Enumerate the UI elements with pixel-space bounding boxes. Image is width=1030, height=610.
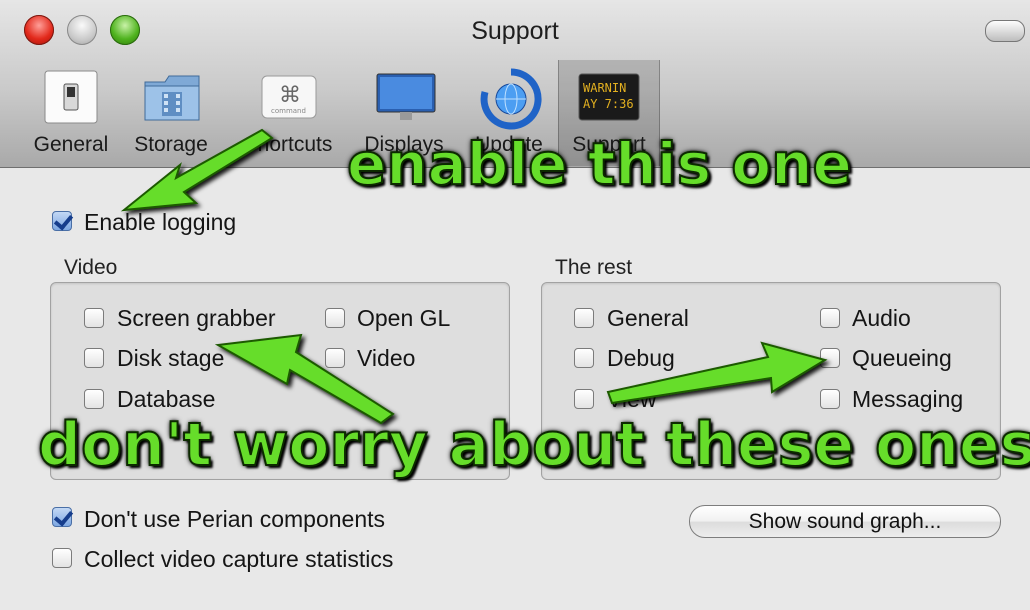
annotation-dont-worry: don't worry about these ones (37, 409, 1030, 481)
arrow-to-enable-logging (120, 128, 274, 212)
annotation-enable-this-one: enable this one (346, 129, 853, 199)
annotation-arrows (120, 128, 828, 425)
arrow-to-queueing (606, 341, 828, 405)
